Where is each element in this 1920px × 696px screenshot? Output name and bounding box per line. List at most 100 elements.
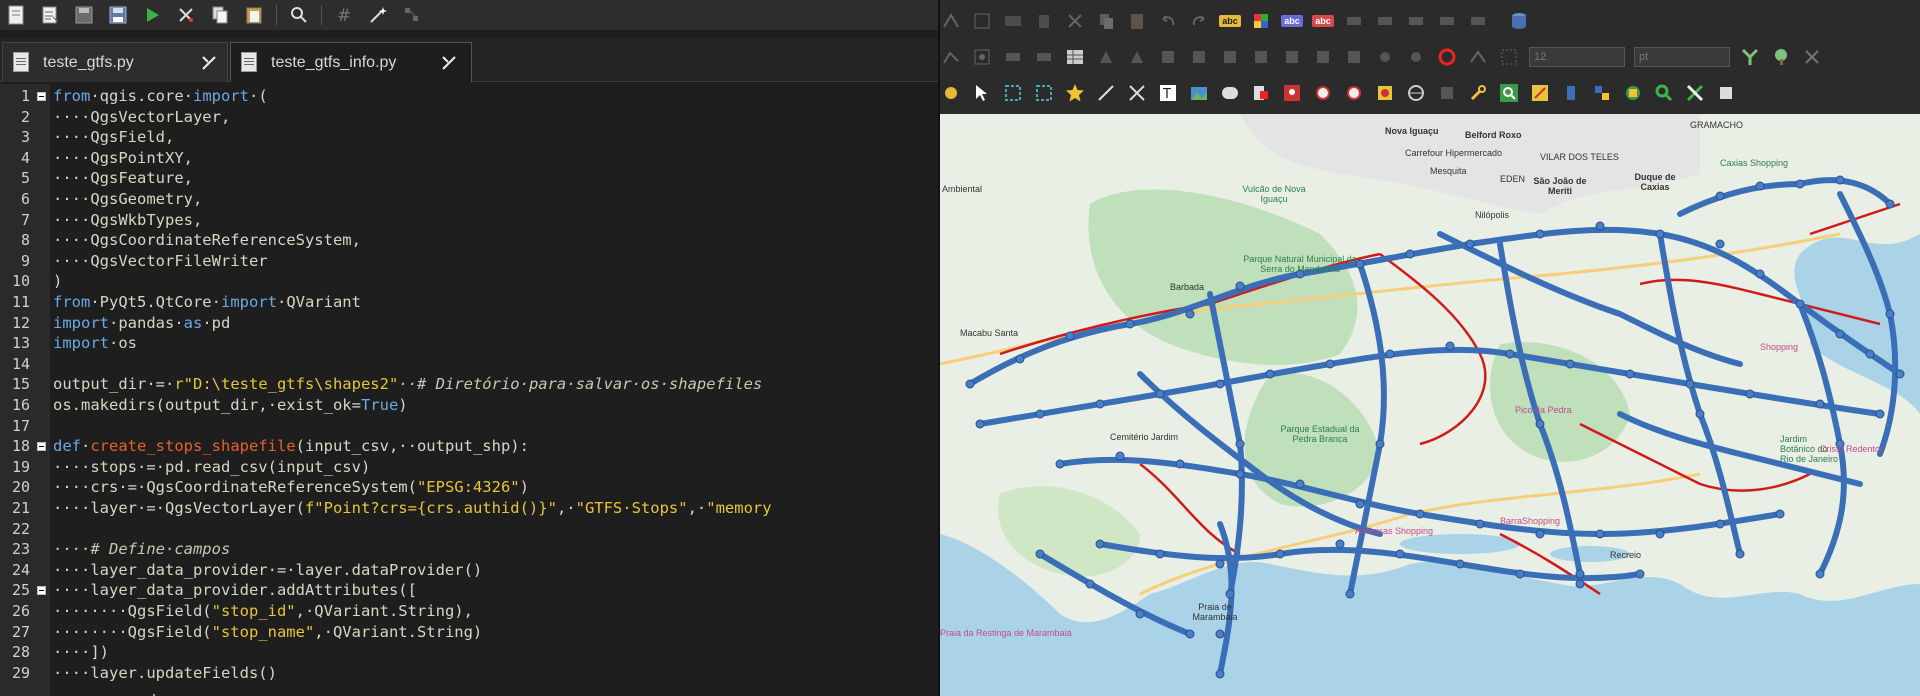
- code-token: ): [519, 478, 529, 497]
- run-script-icon[interactable]: [140, 3, 164, 27]
- label-style-icon[interactable]: [1250, 10, 1272, 32]
- html-annotation-icon[interactable]: [1219, 82, 1241, 104]
- copy-move-icon[interactable]: [1343, 46, 1365, 68]
- code-token: (input_csv,··output_shp):: [295, 437, 529, 456]
- unit-combobox[interactable]: pt: [1634, 47, 1730, 67]
- save-as-icon[interactable]: [106, 3, 130, 27]
- search-icon[interactable]: [1498, 82, 1520, 104]
- measure-icon[interactable]: [1095, 82, 1117, 104]
- comment-icon[interactable]: #: [332, 3, 356, 27]
- zoom-out-icon[interactable]: [1343, 82, 1365, 104]
- close-tab-icon[interactable]: [441, 55, 457, 71]
- save-icon[interactable]: [72, 3, 96, 27]
- tracing-icon[interactable]: [1467, 46, 1489, 68]
- label-show-hide-icon[interactable]: [1436, 10, 1458, 32]
- edit-attributes-icon[interactable]: [1002, 10, 1024, 32]
- label-pin-icon[interactable]: abc: [1312, 10, 1334, 32]
- line-number: 7: [20, 210, 30, 229]
- tab-teste-gtfs[interactable]: teste_gtfs.py: [2, 42, 228, 82]
- delete-part-icon[interactable]: [1281, 46, 1303, 68]
- code-editor[interactable]: # teste_gtfs.py teste_gtfs_info.py 1 2 3…: [0, 0, 940, 696]
- code-token: r"D:\teste_gtfs\shapes2": [174, 375, 399, 394]
- close-tab-icon[interactable]: [201, 55, 217, 71]
- select-polygon-icon[interactable]: [1033, 82, 1055, 104]
- favorite-star-icon[interactable]: [1064, 82, 1086, 104]
- digitize-line-icon[interactable]: [940, 46, 962, 68]
- close-toolbar-icon[interactable]: [1801, 46, 1823, 68]
- merge-icon[interactable]: [1033, 46, 1055, 68]
- move-feature-icon[interactable]: [1312, 46, 1334, 68]
- qgis-toolbar-edit: abc abc abc: [940, 2, 1920, 40]
- snap-grid-icon[interactable]: [1498, 46, 1520, 68]
- select-rectangle-icon[interactable]: [1002, 82, 1024, 104]
- label-change-icon[interactable]: [1405, 10, 1427, 32]
- metasearch-icon[interactable]: [1529, 82, 1551, 104]
- zoom-full-icon[interactable]: [1374, 82, 1396, 104]
- python-console-icon[interactable]: [1591, 82, 1613, 104]
- code-area[interactable]: from·qgis.core·import·( ····QgsVectorLay…: [53, 84, 940, 696]
- zoom-search-icon[interactable]: [1653, 82, 1675, 104]
- copy-features-icon[interactable]: [1095, 10, 1117, 32]
- database-icon[interactable]: [1508, 10, 1530, 32]
- plugin-icon[interactable]: [1560, 82, 1582, 104]
- globe-icon[interactable]: [1405, 82, 1427, 104]
- image-annotation-icon[interactable]: [1188, 82, 1210, 104]
- fold-marker[interactable]: [37, 442, 46, 451]
- tools-icon[interactable]: [1684, 82, 1706, 104]
- snapping-icon[interactable]: [1436, 46, 1458, 68]
- tab-teste-gtfs-info[interactable]: teste_gtfs_info.py: [230, 42, 472, 82]
- label-rotate-icon[interactable]: [1374, 10, 1396, 32]
- plugin-manager-icon[interactable]: [1622, 82, 1644, 104]
- open-file-icon[interactable]: [38, 3, 62, 27]
- zoom-in-icon[interactable]: [1312, 82, 1334, 104]
- select-features-icon[interactable]: [1436, 82, 1458, 104]
- cut-features-icon[interactable]: [1064, 10, 1086, 32]
- wrench-icon[interactable]: [1467, 82, 1489, 104]
- magic-wand-icon[interactable]: [366, 3, 390, 27]
- measure-area-icon[interactable]: [1126, 82, 1148, 104]
- copy-icon[interactable]: [208, 3, 232, 27]
- fold-marker[interactable]: [37, 586, 46, 595]
- layer-properties-icon[interactable]: [1250, 82, 1272, 104]
- trim-extend-icon[interactable]: [1405, 46, 1427, 68]
- label-settings-icon[interactable]: [1467, 10, 1489, 32]
- fold-marker[interactable]: [37, 92, 46, 101]
- code-token: "stop_name": [211, 622, 315, 641]
- offset-icon[interactable]: [1157, 46, 1179, 68]
- select-pointer-icon[interactable]: [971, 82, 993, 104]
- fill-ring-icon[interactable]: [1219, 46, 1241, 68]
- cut-icon[interactable]: [174, 3, 198, 27]
- find-icon[interactable]: [287, 3, 311, 27]
- redo-icon[interactable]: [1188, 10, 1210, 32]
- paste-icon[interactable]: [242, 3, 266, 27]
- code-token: import: [53, 313, 109, 332]
- paste-features-icon[interactable]: [1126, 10, 1148, 32]
- simplify-icon[interactable]: [1126, 46, 1148, 68]
- reshape-icon[interactable]: [1188, 46, 1210, 68]
- code-token: ·: [81, 437, 91, 456]
- digitize-icon[interactable]: [940, 10, 962, 32]
- identify-icon[interactable]: [940, 82, 962, 104]
- new-file-icon[interactable]: [4, 3, 28, 27]
- tree-icon[interactable]: [1770, 46, 1792, 68]
- processing-icon[interactable]: [1715, 82, 1737, 104]
- label-highlight-icon[interactable]: abc: [1281, 10, 1303, 32]
- text-annotation-icon[interactable]: T: [1157, 82, 1179, 104]
- code-line: ····QgsFeature,: [53, 169, 193, 188]
- attribute-table-icon[interactable]: [1064, 46, 1086, 68]
- delete-ring-icon[interactable]: [1250, 46, 1272, 68]
- label-move-icon[interactable]: [1343, 10, 1365, 32]
- pin-icon[interactable]: [1281, 82, 1303, 104]
- vertex-tool-icon[interactable]: [971, 10, 993, 32]
- add-ring-icon[interactable]: [971, 46, 993, 68]
- map-canvas[interactable]: Nova Iguaçu Belford Roxo Duque de Caxias…: [940, 114, 1920, 696]
- label-abc-icon[interactable]: abc: [1219, 10, 1241, 32]
- object-inspector-icon[interactable]: [400, 3, 424, 27]
- tolerance-spinbox[interactable]: 12: [1529, 47, 1625, 67]
- split-icon[interactable]: [1002, 46, 1024, 68]
- delete-selected-icon[interactable]: [1033, 10, 1055, 32]
- undo-icon[interactable]: [1157, 10, 1179, 32]
- rotate-icon[interactable]: [1095, 46, 1117, 68]
- vertex-icon[interactable]: [1374, 46, 1396, 68]
- split-line-icon[interactable]: [1739, 46, 1761, 68]
